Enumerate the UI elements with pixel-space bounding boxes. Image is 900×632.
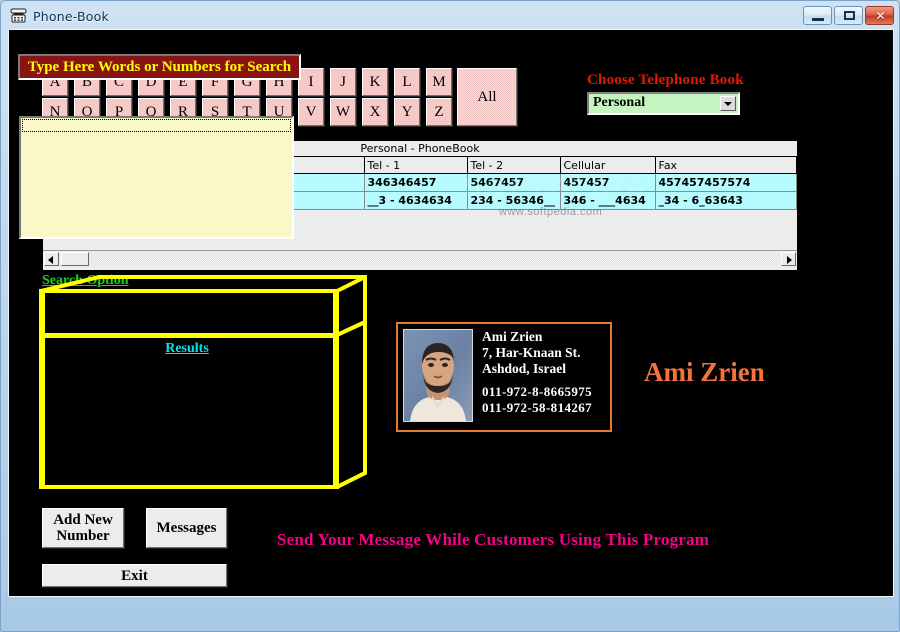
- title-bar-left: Phone-Book: [10, 6, 109, 26]
- messages-button[interactable]: Messages: [146, 508, 227, 548]
- chevron-down-icon[interactable]: [720, 96, 736, 111]
- letter-button-k[interactable]: K: [362, 68, 388, 96]
- contact-phone-numbers: 011-972-8-8665975 011-972-58-814267: [482, 384, 592, 416]
- exit-button[interactable]: Exit: [42, 564, 227, 587]
- letter-button-x[interactable]: X: [362, 98, 388, 126]
- telephone-book-select[interactable]: Personal: [587, 92, 740, 115]
- search-panel: Results: [39, 275, 369, 490]
- letter-button-l[interactable]: L: [394, 68, 420, 96]
- contact-details: Ami Zrien 7, Har-Knaan St. Ashdod, Israe…: [482, 329, 581, 377]
- grid-header-cellular[interactable]: Cellular: [560, 157, 656, 174]
- window-controls: ✕: [803, 6, 894, 25]
- title-bar: Phone-Book ✕: [1, 1, 900, 29]
- contact-address-line-1: 7, Har-Knaan St.: [482, 345, 581, 360]
- promo-text: Send Your Message While Customers Using …: [277, 530, 710, 549]
- letter-button-w[interactable]: W: [330, 98, 356, 126]
- search-input[interactable]: Type Here Words or Numbers for Search: [18, 54, 301, 80]
- maximize-icon: [844, 11, 855, 20]
- grid-header-tel1[interactable]: Tel - 1: [364, 157, 468, 174]
- contact-card: Ami Zrien 7, Har-Knaan St. Ashdod, Israe…: [396, 322, 612, 432]
- grid-header-tel2[interactable]: Tel - 2: [467, 157, 561, 174]
- minimize-button[interactable]: [803, 6, 832, 25]
- results-label: Results: [165, 341, 209, 356]
- contact-phone-2: 011-972-58-814267: [482, 400, 593, 415]
- letter-button-i[interactable]: I: [298, 68, 324, 96]
- letter-button-v[interactable]: V: [298, 98, 324, 126]
- contact-name: Ami Zrien: [482, 329, 543, 344]
- cell-cellular[interactable]: 457457: [560, 173, 656, 192]
- maximize-button[interactable]: [834, 6, 863, 25]
- scrollbar-track[interactable]: [91, 252, 779, 266]
- add-new-number-button[interactable]: Add New Number: [42, 508, 124, 548]
- results-group: [43, 336, 335, 487]
- scrollbar-thumb[interactable]: [61, 252, 89, 266]
- choose-telephone-book-label: Choose Telephone Book: [587, 72, 744, 88]
- client-area: A B C D E F G H I J K L M N O P Q R S T …: [8, 29, 894, 597]
- cell-tel1[interactable]: __3 - 4634634: [364, 191, 468, 210]
- scroll-right-icon[interactable]: [781, 252, 796, 266]
- grid-header-fax[interactable]: Fax: [655, 157, 797, 174]
- letter-button-m[interactable]: M: [426, 68, 452, 96]
- results-listbox[interactable]: [19, 116, 294, 239]
- telephone-book-selected-value: Personal: [593, 95, 646, 110]
- minimize-icon: [812, 18, 824, 21]
- portrait-photo-image: [404, 330, 472, 421]
- contact-photo: [403, 329, 473, 422]
- scroll-left-icon[interactable]: [44, 252, 59, 266]
- letter-button-z[interactable]: Z: [426, 98, 452, 126]
- telephone-icon: [10, 8, 27, 24]
- cell-fax[interactable]: 457457457574: [655, 173, 797, 192]
- contact-address-line-2: Ashdod, Israel: [482, 361, 567, 376]
- grid-horizontal-scrollbar[interactable]: [43, 250, 797, 267]
- close-button[interactable]: ✕: [865, 6, 894, 25]
- cell-cellular[interactable]: 346 - ___4634: [560, 191, 656, 210]
- search-input-group: [43, 291, 335, 335]
- letter-button-j[interactable]: J: [330, 68, 356, 96]
- all-button[interactable]: All: [457, 68, 517, 126]
- cell-fax[interactable]: _34 - 6_63643: [655, 191, 797, 210]
- cell-tel2[interactable]: 234 - 56346__: [467, 191, 561, 210]
- window-title: Phone-Book: [33, 8, 109, 24]
- cell-tel1[interactable]: 346346457: [364, 173, 468, 192]
- contact-phone-1: 011-972-8-8665975: [482, 384, 593, 399]
- application-window: Phone-Book ✕ A B C D E F G H I J K L M N…: [0, 0, 900, 632]
- close-icon: ✕: [875, 9, 886, 23]
- display-name: Ami Zrien: [644, 357, 765, 387]
- cell-tel2[interactable]: 5467457: [467, 173, 561, 192]
- letter-button-y[interactable]: Y: [394, 98, 420, 126]
